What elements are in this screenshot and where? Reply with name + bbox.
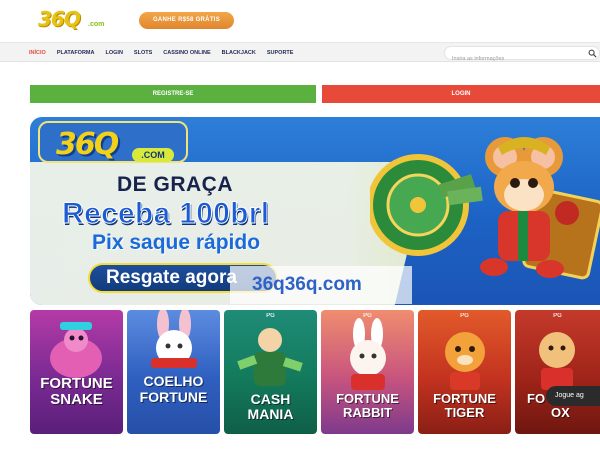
banner-subtitle: Pix saque rápido <box>92 231 261 254</box>
game-tile-fortune-snake[interactable]: FORTUNE SNAKE <box>30 310 123 434</box>
game-tile-cash-mania[interactable]: PG CASH MANIA <box>224 310 317 434</box>
game-title-line1: CASH <box>250 391 291 407</box>
game-title-line1: FORTUNE <box>433 391 496 406</box>
game-title-line2: MANIA <box>247 406 294 422</box>
logo-text: 36Q <box>38 7 81 31</box>
game-title-line2: FORTUNE <box>139 389 208 405</box>
site-watermark: 36q36q.com <box>230 266 412 304</box>
login-button[interactable]: LOGIN <box>322 85 600 103</box>
game-tile-fortune-rabbit[interactable]: PG FORTUNE RABBIT <box>321 310 414 434</box>
game-title-line1: FORTUNE <box>40 375 113 392</box>
game-title-line2: SNAKE <box>50 391 103 408</box>
cash-art <box>237 328 303 386</box>
rabbit-art <box>151 310 197 368</box>
nav-item-plataforma[interactable]: PLATAFORMA <box>57 50 95 56</box>
banner-headline: DE GRAÇA <box>117 173 234 196</box>
register-button[interactable]: REGISTRE-SE <box>30 85 316 103</box>
fortune-rabbit-art <box>350 318 386 390</box>
game-title-line2: TIGER <box>444 405 485 420</box>
nav-item-blackjack[interactable]: BLACKJACK <box>222 50 256 56</box>
main-nav: INÍCIO PLATAFORMA LOGIN SLOTS CASSINO ON… <box>0 42 600 65</box>
nav-item-slots[interactable]: SLOTS <box>134 50 152 56</box>
site-logo[interactable]: 36Q .com <box>38 7 118 35</box>
banner-logo-text: 36Q <box>56 127 119 162</box>
site-header: 36Q .com GANHE R$58 GRÁTIS <box>0 0 600 42</box>
banner-logo: 36Q .COM <box>38 121 188 163</box>
game-grid: FORTUNE SNAKE COELHO FORTUNE PG CASH MAN… <box>30 310 600 434</box>
banner-offer: Receba 100brl <box>61 197 270 231</box>
search-icon[interactable] <box>588 49 597 58</box>
game-tile-fortune-tiger[interactable]: PG FORTUNE TIGER <box>418 310 511 434</box>
play-now-button[interactable]: Jogue ag <box>546 386 600 406</box>
nav-item-cassino-online[interactable]: CASSINO ONLINE <box>163 50 210 56</box>
game-tile-coelho-fortune[interactable]: COELHO FORTUNE <box>127 310 220 434</box>
tiger-art <box>445 332 485 390</box>
search-input[interactable] <box>452 53 582 65</box>
game-tile-fortune-ox[interactable]: PG FO OX Jogue ag <box>515 310 600 434</box>
nav-links: INÍCIO PLATAFORMA LOGIN SLOTS CASSINO ON… <box>29 43 304 63</box>
nav-item-inicio[interactable]: INÍCIO <box>29 50 46 56</box>
search-box <box>444 46 600 65</box>
game-title-line1: FORTUNE <box>336 391 399 406</box>
game-title-line1: COELHO <box>143 373 204 389</box>
logo-suffix: .com <box>88 21 105 28</box>
promo-bonus-button[interactable]: GANHE R$58 GRÁTIS <box>139 12 234 29</box>
nav-item-login[interactable]: LOGIN <box>106 50 123 56</box>
game-title-line2: RABBIT <box>342 405 393 420</box>
game-title-line2: OX <box>551 405 570 420</box>
nav-item-suporte[interactable]: SUPORTE <box>267 50 294 56</box>
banner-logo-suffix: .COM <box>132 148 174 162</box>
